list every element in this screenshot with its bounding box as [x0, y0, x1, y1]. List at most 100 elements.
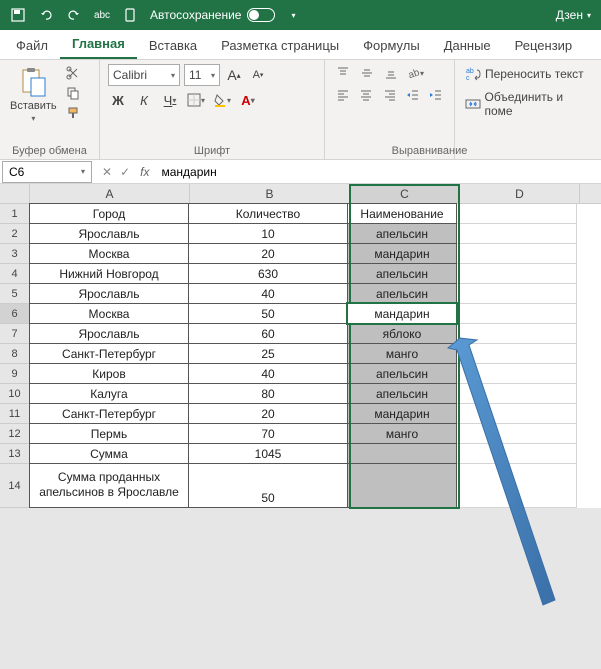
cell[interactable]: мандарин — [347, 403, 457, 424]
cell[interactable]: 40 — [188, 363, 348, 384]
align-center-button[interactable] — [356, 86, 375, 104]
autosave-toggle[interactable]: Автосохранение ▾ — [150, 8, 296, 22]
cell[interactable] — [457, 444, 577, 464]
fx-icon[interactable]: fx — [140, 165, 149, 179]
italic-button[interactable]: К — [134, 90, 154, 110]
column-header-b[interactable]: B — [190, 184, 350, 203]
toggle-switch-icon[interactable] — [247, 8, 275, 22]
decrease-indent-button[interactable] — [403, 86, 422, 104]
tab-file[interactable]: Файл — [4, 32, 60, 59]
align-top-button[interactable] — [333, 64, 353, 82]
cell[interactable] — [457, 404, 577, 424]
select-all-corner[interactable] — [0, 184, 30, 203]
cell[interactable]: мандарин — [347, 243, 457, 264]
orientation-button[interactable]: ab▾ — [405, 64, 425, 82]
format-painter-button[interactable] — [63, 104, 83, 122]
tab-insert[interactable]: Вставка — [137, 32, 209, 59]
underline-button[interactable]: Ч ▾ — [160, 90, 180, 110]
align-middle-button[interactable] — [357, 64, 377, 82]
cell[interactable]: Москва — [29, 243, 189, 264]
cell-active[interactable]: мандарин — [347, 303, 457, 324]
align-bottom-button[interactable] — [381, 64, 401, 82]
cell[interactable]: апельсин — [347, 263, 457, 284]
cell[interactable]: 20 — [188, 403, 348, 424]
cell[interactable] — [457, 464, 577, 508]
align-left-button[interactable] — [333, 86, 352, 104]
cell[interactable] — [347, 443, 457, 464]
cell[interactable]: манго — [347, 423, 457, 444]
wrap-text-button[interactable]: abc Переносить текст — [463, 64, 593, 84]
cell[interactable]: апельсин — [347, 383, 457, 404]
cell[interactable]: Ярославль — [29, 223, 189, 244]
cell[interactable]: Нижний Новгород — [29, 263, 189, 284]
paste-button[interactable]: Вставить ▾ — [8, 64, 59, 125]
cell[interactable] — [457, 324, 577, 344]
column-header-c[interactable]: C — [350, 184, 460, 203]
cell[interactable]: 1045 — [188, 443, 348, 464]
cut-button[interactable] — [63, 64, 83, 82]
row-header[interactable]: 8 — [0, 344, 30, 364]
cell[interactable]: Ярославль — [29, 283, 189, 304]
tab-formulas[interactable]: Формулы — [351, 32, 432, 59]
tab-data[interactable]: Данные — [432, 32, 503, 59]
cell[interactable]: Количество — [188, 203, 348, 224]
name-box[interactable]: C6▾ — [2, 161, 92, 183]
chevron-down-icon[interactable]: ▾ — [291, 11, 295, 20]
tab-home[interactable]: Главная — [60, 30, 137, 59]
cell[interactable]: Пермь — [29, 423, 189, 444]
row-header[interactable]: 11 — [0, 404, 30, 424]
column-header-d[interactable]: D — [460, 184, 580, 203]
copy-button[interactable] — [63, 84, 83, 102]
redo-icon[interactable] — [66, 7, 82, 23]
confirm-icon[interactable]: ✓ — [120, 165, 130, 179]
row-header[interactable]: 5 — [0, 284, 30, 304]
spellcheck-icon[interactable]: abc — [94, 7, 110, 23]
cell[interactable]: 50 — [188, 303, 348, 324]
row-header[interactable]: 7 — [0, 324, 30, 344]
cell[interactable] — [457, 384, 577, 404]
row-header[interactable]: 2 — [0, 224, 30, 244]
cell[interactable]: 70 — [188, 423, 348, 444]
cell[interactable]: 20 — [188, 243, 348, 264]
cell[interactable]: апельсин — [347, 223, 457, 244]
cell[interactable]: 50 — [188, 463, 348, 508]
font-size-select[interactable]: 11▾ — [184, 64, 220, 86]
cell[interactable]: Киров — [29, 363, 189, 384]
font-name-select[interactable]: Calibri▾ — [108, 64, 180, 86]
cell[interactable]: 40 — [188, 283, 348, 304]
row-header[interactable]: 10 — [0, 384, 30, 404]
row-header[interactable]: 12 — [0, 424, 30, 444]
cell[interactable]: апельсин — [347, 363, 457, 384]
cell[interactable] — [457, 244, 577, 264]
row-header[interactable]: 13 — [0, 444, 30, 464]
cell[interactable]: 10 — [188, 223, 348, 244]
cell[interactable]: Ярославль — [29, 323, 189, 344]
cell[interactable] — [457, 344, 577, 364]
save-icon[interactable] — [10, 7, 26, 23]
tab-review[interactable]: Рецензир — [503, 32, 585, 59]
cell[interactable]: 25 — [188, 343, 348, 364]
merge-button[interactable]: Объединить и поме — [463, 88, 593, 120]
cell[interactable]: Наименование — [347, 203, 457, 224]
border-button[interactable]: ▾ — [186, 90, 206, 110]
cell[interactable] — [457, 284, 577, 304]
cell[interactable] — [457, 204, 577, 224]
cell[interactable]: 80 — [188, 383, 348, 404]
cell[interactable]: Санкт-Петербург — [29, 343, 189, 364]
cell[interactable]: Москва — [29, 303, 189, 324]
row-header[interactable]: 9 — [0, 364, 30, 384]
cell[interactable]: Сумма — [29, 443, 189, 464]
column-header-a[interactable]: A — [30, 184, 190, 203]
undo-icon[interactable] — [38, 7, 54, 23]
increase-font-button[interactable]: A▴ — [224, 65, 244, 85]
touch-icon[interactable] — [122, 7, 138, 23]
cell[interactable]: Город — [29, 203, 189, 224]
cell[interactable] — [457, 304, 577, 324]
cell[interactable]: Санкт-Петербург — [29, 403, 189, 424]
user-menu[interactable]: Дзен ▾ — [556, 8, 591, 22]
row-header[interactable]: 4 — [0, 264, 30, 284]
cancel-icon[interactable]: ✕ — [102, 165, 112, 179]
bold-button[interactable]: Ж — [108, 90, 128, 110]
decrease-font-button[interactable]: A▾ — [248, 65, 268, 85]
cell[interactable] — [457, 224, 577, 244]
